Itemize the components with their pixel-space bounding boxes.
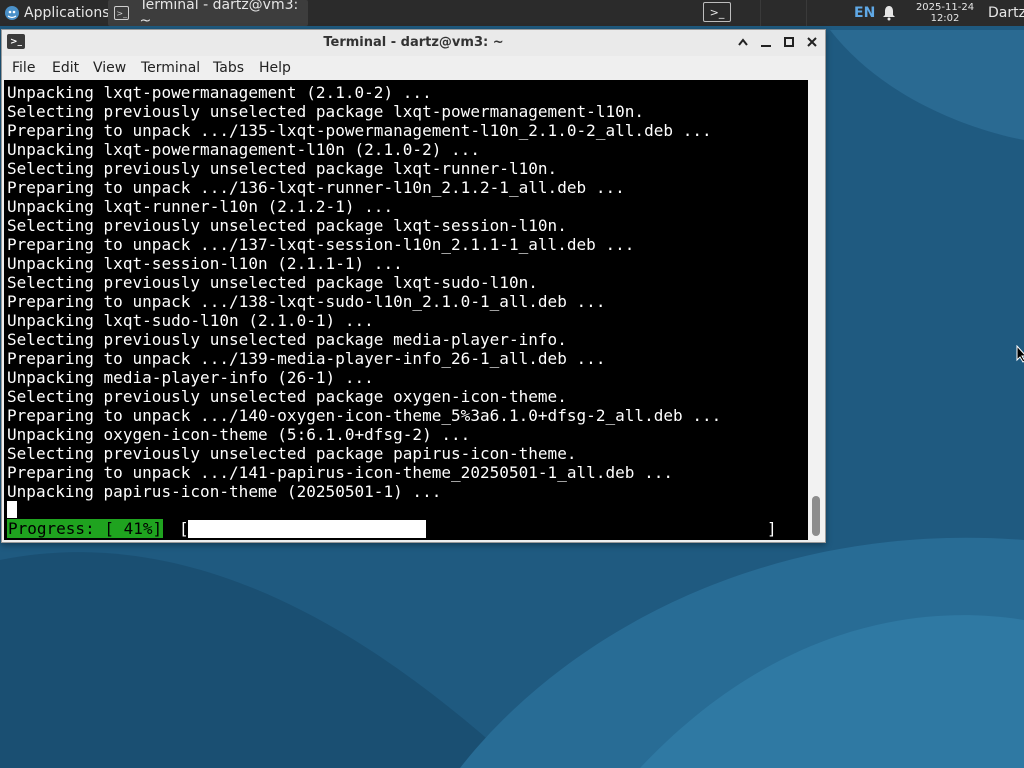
terminal-line: Unpacking oxygen-icon-theme (5:6.1.0+dfs… [7,425,471,444]
terminal-line: Preparing to unpack .../137-lxqt-session… [7,235,635,254]
menu-file[interactable]: File [12,60,35,76]
window-titlebar[interactable]: >_ Terminal - dartz@vm3: ~ [2,30,825,56]
terminal-line: Selecting previously unselected package … [7,444,577,463]
terminal-lines: Unpacking lxqt-powermanagement (2.1.0-2)… [7,83,721,501]
terminal-scrollbar[interactable] [808,80,825,540]
menu-terminal[interactable]: Terminal [141,60,200,76]
terminal-line: Preparing to unpack .../136-lxqt-runner-… [7,178,625,197]
terminal-line: Selecting previously unselected package … [7,159,558,178]
terminal-line: Selecting previously unselected package … [7,387,567,406]
xfce-mouse-icon [5,6,19,20]
terminal-line: Unpacking lxqt-sudo-l10n (2.1.0-1) ... [7,311,374,330]
close-button[interactable] [803,33,821,51]
terminal-output[interactable]: Unpacking lxqt-powermanagement (2.1.0-2)… [4,80,808,540]
terminal-line: Preparing to unpack .../141-papirus-icon… [7,463,674,482]
minimize-icon [761,45,771,47]
terminal-window: >_ Terminal - dartz@vm3: ~ File Edit Vie… [1,29,826,543]
terminal-icon: >_ [114,6,130,20]
terminal-line: Unpacking papirus-icon-theme (20250501-1… [7,482,442,501]
keyboard-layout-indicator[interactable]: EN [854,0,875,26]
progress-label: Progress: [ 41%] [7,519,164,538]
applications-label: Applications [24,5,110,21]
terminal-line: Unpacking media-player-info (26-1) ... [7,368,374,387]
terminal-line: Preparing to unpack .../139-media-player… [7,349,606,368]
menu-tabs[interactable]: Tabs [213,60,244,76]
terminal-line: Unpacking lxqt-powermanagement-l10n (2.1… [7,140,480,159]
window-title: Terminal - dartz@vm3: ~ [323,35,504,50]
taskbar-terminal-button[interactable]: >_ Terminal - dartz@vm3: ~ [108,0,308,29]
terminal-line: Selecting previously unselected package … [7,330,567,349]
terminal-line: Preparing to unpack .../138-lxqt-sudo-l1… [7,292,606,311]
menubar: File Edit View Terminal Tabs Help [2,56,825,80]
terminal-line: Selecting previously unselected package … [7,216,567,235]
progress-fill [188,520,426,538]
scrollbar-thumb[interactable] [812,496,820,536]
terminal-launcher-button[interactable]: >_ [703,2,731,22]
terminal-line: Selecting previously unselected package … [7,102,645,121]
terminal-cursor [7,501,17,518]
maximize-icon [784,37,794,47]
terminal-line: Unpacking lxqt-powermanagement (2.1.0-2)… [7,83,432,102]
menu-help[interactable]: Help [259,60,291,76]
menu-view[interactable]: View [93,60,126,76]
terminal-line: Preparing to unpack .../140-oxygen-icon-… [7,406,722,425]
taskbar-terminal-label: Terminal - dartz@vm3: ~ [139,0,299,29]
terminal-line: Selecting previously unselected package … [7,273,538,292]
user-menu[interactable]: Dartz [988,0,1024,26]
progress-bracket-close: ] [767,519,777,538]
clock-time: 12:02 [930,13,960,24]
clock[interactable]: 2025-11-24 12:02 [910,0,980,26]
terminal-line: Preparing to unpack .../135-lxqt-powerma… [7,121,712,140]
terminal-launcher-icon: >_ [709,5,725,19]
clock-date: 2025-11-24 [915,2,975,13]
close-icon [807,37,817,47]
shade-button[interactable] [734,33,752,51]
menu-edit[interactable]: Edit [52,60,79,76]
terminal-line: Unpacking lxqt-runner-l10n (2.1.2-1) ... [7,197,394,216]
top-panel: Applications ☰ >_ Terminal - dartz@vm3: … [0,0,1024,29]
progress-track [188,520,768,538]
panel-separator [806,0,807,26]
terminal-line: Unpacking lxqt-session-l10n (2.1.1-1) ..… [7,254,403,273]
maximize-button[interactable] [780,33,798,51]
mouse-pointer-icon [1016,345,1024,363]
notifications-button[interactable] [882,0,896,26]
panel-separator [760,0,761,26]
bell-icon [883,6,895,21]
chevron-up-icon [738,38,748,46]
minimize-button[interactable] [757,33,775,51]
